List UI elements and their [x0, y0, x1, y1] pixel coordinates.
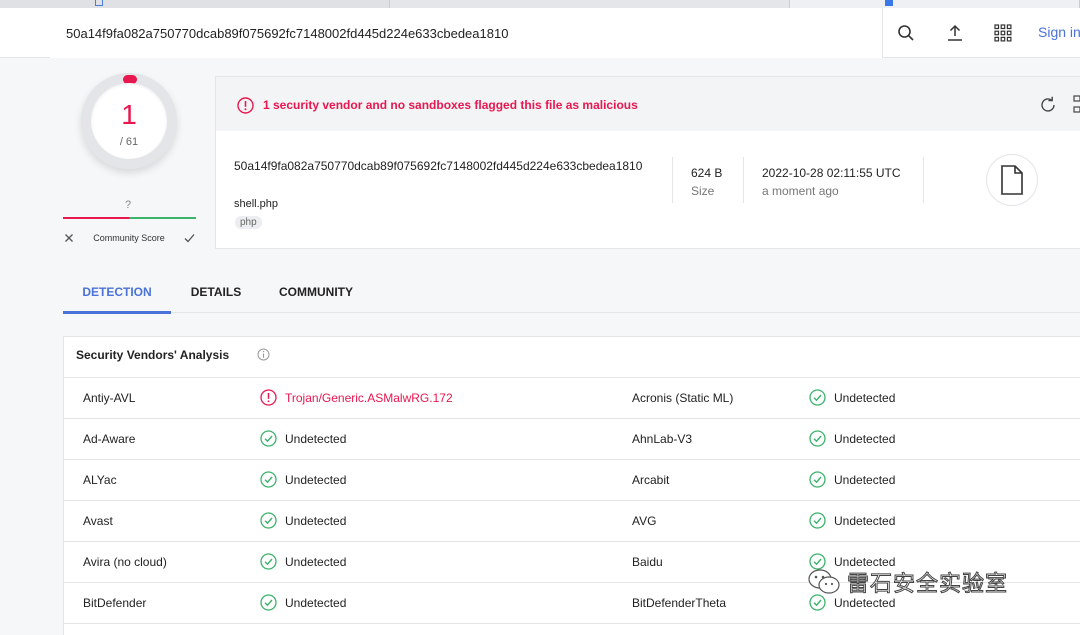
detection-count: 1: [121, 99, 137, 130]
watermark: 雷石安全实验室: [807, 566, 1008, 598]
report-tabs: DETECTION DETAILS COMMUNITY: [63, 275, 1080, 314]
vendor-result: Undetected: [809, 471, 895, 488]
check-circle-icon: [260, 553, 277, 570]
check-circle-icon: [809, 389, 826, 406]
sign-in-link[interactable]: Sign in: [1038, 24, 1080, 40]
vendor-name: BitDefender: [83, 596, 147, 610]
vendor-result-label: Undetected: [285, 472, 347, 487]
vendor-result-label: Undetected: [285, 554, 347, 569]
vendor-row: ALYac Undetected Arcabit Undetected: [64, 460, 1080, 501]
upload-button[interactable]: [940, 18, 970, 48]
file-icon: [1001, 165, 1023, 195]
vendor-result: Undetected: [260, 512, 346, 529]
vendor-name: Avast: [83, 514, 113, 528]
vendor-result: Undetected: [809, 389, 895, 406]
score-gauge-center: 1 / 61: [91, 83, 167, 159]
file-type-tag[interactable]: php: [235, 216, 262, 229]
vendor-row: Antiy-AVL Trojan/Generic.ASMalwRG.172 Acro…: [64, 378, 1080, 419]
tab-favicon-icon: [95, 0, 103, 6]
vendor-name: Acronis (Static ML): [632, 391, 734, 405]
file-size-value: 624 B: [691, 166, 723, 180]
check-circle-icon: [809, 430, 826, 447]
browser-tab-strip: [0, 0, 1080, 8]
vendor-row: Ad-Aware Undetected AhnLab-V3 Undetected: [64, 419, 1080, 460]
file-hash: 50a14f9fa082a750770dcab89f075692fc714800…: [234, 159, 643, 173]
community-score-row: Community Score: [63, 229, 196, 247]
file-size-label: Size: [691, 184, 715, 198]
search-header: Sign in: [0, 8, 1080, 58]
check-circle-icon: [260, 594, 277, 611]
vote-malicious-button[interactable]: [63, 232, 75, 244]
vendor-result: Undetected: [260, 594, 346, 611]
section-title: Security Vendors' Analysis: [76, 348, 230, 362]
vendor-name: Ad-Aware: [83, 432, 136, 446]
vendor-result: Undetected: [260, 553, 346, 570]
file-name: shell.php: [234, 198, 279, 210]
vendor-result-label: Undetected: [834, 513, 896, 528]
vendor-result-label: Undetected: [285, 513, 347, 528]
browser-tab[interactable]: [390, 0, 790, 8]
detection-total: / 61: [119, 136, 139, 148]
apps-button[interactable]: [988, 18, 1018, 48]
browser-tab[interactable]: [0, 0, 390, 8]
vendor-name: ALYac: [83, 473, 117, 487]
search-icon: [898, 25, 914, 41]
file-summary-card: 1 security vendor and no sandboxes flagg…: [215, 76, 1080, 249]
search-button[interactable]: [891, 18, 921, 48]
alert-circle-icon: [260, 389, 277, 406]
vendor-result-label: Undetected: [285, 431, 347, 446]
scan-date-relative: a moment ago: [762, 184, 839, 198]
vendor-row: Avast Undetected AVG Undetected: [64, 501, 1080, 542]
header-divider: [882, 8, 883, 58]
community-score-label: Community Score: [93, 233, 165, 243]
vendor-name: Arcabit: [632, 473, 670, 487]
alert-circle-icon: [237, 97, 254, 114]
vendor-result-label: Undetected: [834, 390, 896, 405]
tab-community[interactable]: COMMUNITY: [268, 275, 364, 313]
tab-detection[interactable]: DETECTION: [63, 275, 171, 314]
meta-divider: [672, 157, 673, 203]
check-circle-icon: [260, 430, 277, 447]
vote-harmless-button[interactable]: [183, 232, 196, 244]
vendor-name: Antiy-AVL: [83, 391, 136, 405]
browser-tab[interactable]: [790, 0, 1080, 8]
detection-score-gauge: 1 / 61: [81, 73, 177, 169]
vendor-name: AVG: [632, 514, 657, 528]
grid-icon: [994, 24, 1012, 42]
scan-date-value: 2022-10-28 02:11:55 UTC: [762, 166, 901, 180]
reload-icon[interactable]: [1038, 95, 1058, 115]
graph-icon[interactable]: [1073, 95, 1080, 115]
meta-divider: [743, 157, 744, 203]
file-type-badge: [986, 154, 1038, 206]
meta-divider: [923, 157, 924, 203]
vendor-result: Undetected: [260, 430, 346, 447]
check-circle-icon: [809, 512, 826, 529]
vendor-result-label: Undetected: [285, 595, 347, 610]
vendor-name: AhnLab-V3: [632, 432, 693, 446]
vendor-name: Baidu: [632, 555, 663, 569]
search-input[interactable]: [50, 8, 882, 58]
wechat-logo-icon: [808, 569, 840, 594]
vendor-result-label: Undetected: [834, 431, 896, 446]
vendor-result: Trojan/Generic.ASMalwRG.172: [260, 389, 453, 406]
community-score-value: ?: [125, 199, 132, 211]
alert-message: 1 security vendor and no sandboxes flagg…: [263, 98, 638, 112]
check-circle-icon: [260, 471, 277, 488]
vendor-name: Avira (no cloud): [83, 555, 167, 569]
info-icon[interactable]: [257, 348, 270, 361]
alert-banner: 1 security vendor and no sandboxes flagg…: [216, 77, 1080, 131]
community-score-bar: [63, 217, 196, 219]
check-circle-icon: [809, 471, 826, 488]
vendor-name: BitDefenderTheta: [632, 596, 727, 610]
check-circle-icon: [260, 512, 277, 529]
watermark-text: 雷石安全实验室: [846, 572, 1009, 598]
tab-details[interactable]: DETAILS: [181, 275, 251, 313]
vendor-result: Undetected: [809, 430, 895, 447]
tab-favicon-icon: [885, 0, 893, 6]
vendor-result: Undetected: [260, 471, 346, 488]
vendor-result-label: Undetected: [834, 472, 896, 487]
vendor-result-label[interactable]: Trojan/Generic.ASMalwRG.172: [285, 391, 453, 405]
vendor-result: Undetected: [809, 512, 895, 529]
upload-icon: [948, 24, 962, 41]
